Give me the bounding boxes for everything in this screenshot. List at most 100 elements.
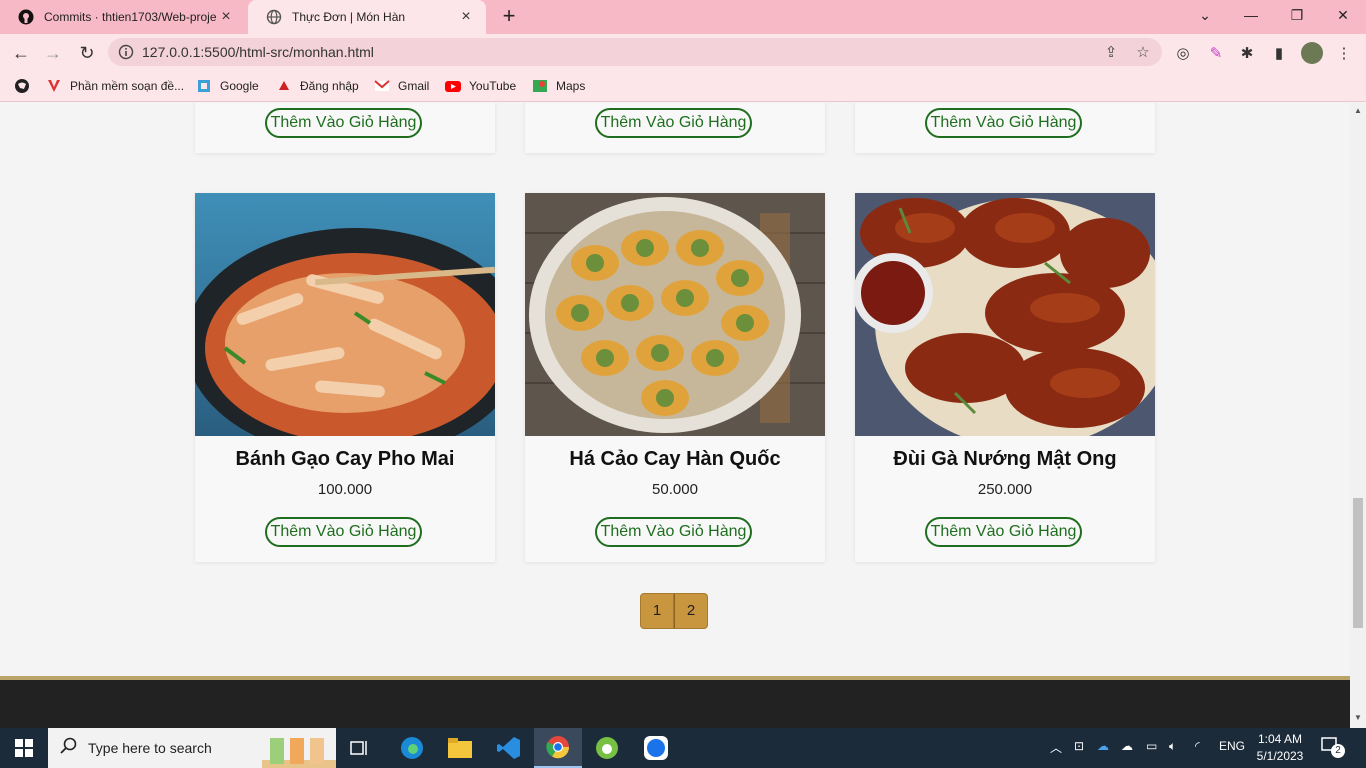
bookmark-phan-mem[interactable]: Phần mềm soạn đề... bbox=[46, 77, 184, 95]
minimize-button[interactable]: — bbox=[1228, 0, 1274, 30]
pagination: 1 2 bbox=[640, 593, 708, 629]
bookmark-label: YouTube bbox=[469, 79, 517, 93]
bookmark-dang-nhap[interactable]: Đăng nhập bbox=[276, 77, 359, 95]
bookmark-maps[interactable]: Maps bbox=[532, 77, 585, 95]
address-bar[interactable]: 127.0.0.1:5500/html-src/monhan.html ⇪ ☆ bbox=[108, 38, 1162, 66]
zalo-icon[interactable] bbox=[632, 728, 680, 768]
share-icon[interactable]: ⇪ bbox=[1102, 43, 1120, 61]
windows-logo-icon bbox=[15, 739, 33, 757]
globe-icon bbox=[266, 9, 282, 25]
bookmark-star-icon[interactable]: ☆ bbox=[1134, 43, 1152, 61]
network-cloud-icon[interactable]: ☁ bbox=[1121, 739, 1133, 753]
windows-taskbar: Type here to search ︿ ⊡ ☁ ☁ ▭ 🔈︎ ◜ ENG 1… bbox=[0, 728, 1366, 768]
product-card: Thêm Vào Giỏ Hàng bbox=[525, 103, 825, 153]
battery-icon[interactable]: ▭ bbox=[1146, 739, 1157, 753]
bookmark-youtube[interactable]: YouTube bbox=[445, 77, 516, 95]
add-to-cart-button[interactable]: Thêm Vào Giỏ Hàng bbox=[265, 517, 422, 547]
vscode-icon[interactable] bbox=[485, 728, 533, 768]
windows-start-button[interactable] bbox=[0, 728, 48, 768]
product-name: Đùi Gà Nướng Mật Ong bbox=[893, 448, 1117, 470]
url-text: 127.0.0.1:5500/html-src/monhan.html bbox=[142, 44, 374, 60]
menu-kebab-icon[interactable]: ⋮ bbox=[1333, 42, 1355, 64]
tab-title: Thực Đơn | Món Hàn bbox=[292, 10, 406, 24]
bookmarks-bar: Phần mềm soạn đề... Google Đăng nhập Gma… bbox=[0, 70, 1366, 102]
notification-count-badge: 2 bbox=[1331, 744, 1345, 758]
language-indicator[interactable]: ENG bbox=[1219, 739, 1245, 753]
scrollbar-thumb[interactable] bbox=[1353, 498, 1363, 628]
google-icon bbox=[196, 78, 212, 94]
file-explorer-icon[interactable] bbox=[436, 728, 484, 768]
coccoc-browser-icon[interactable] bbox=[583, 728, 631, 768]
page-button-1[interactable]: 1 bbox=[640, 593, 674, 629]
product-price: 50.000 bbox=[652, 481, 698, 498]
back-button[interactable]: ← bbox=[8, 40, 34, 66]
v-logo-icon bbox=[46, 78, 62, 94]
maps-icon bbox=[532, 78, 548, 94]
taskbar-search-box[interactable]: Type here to search bbox=[48, 728, 336, 768]
extensions-puzzle-icon[interactable]: ✱ bbox=[1236, 42, 1258, 64]
tab-title: Commits · thtien1703/Web-proje bbox=[44, 10, 217, 24]
vertical-scrollbar[interactable]: ▲ ▼ bbox=[1350, 103, 1366, 728]
restore-button[interactable]: ❐ bbox=[1274, 0, 1320, 30]
close-window-button[interactable]: ✕ bbox=[1320, 0, 1366, 30]
tab-commits[interactable]: Commits · thtien1703/Web-proje × bbox=[0, 0, 246, 34]
bookmark-label: Gmail bbox=[398, 79, 430, 93]
page-button-2[interactable]: 2 bbox=[674, 593, 708, 629]
browser-tab-strip: Commits · thtien1703/Web-proje × Thực Đơ… bbox=[0, 0, 1366, 34]
add-to-cart-button[interactable]: Thêm Vào Giỏ Hàng bbox=[595, 108, 752, 138]
page-viewport: Thêm Vào Giỏ Hàng Thêm Vào Giỏ Hàng Thêm… bbox=[0, 103, 1350, 728]
product-name: Bánh Gạo Cay Pho Mai bbox=[235, 448, 455, 470]
show-hidden-icons-chevron-icon[interactable]: ︿ bbox=[1050, 739, 1062, 756]
compass-extension-icon[interactable]: ◎ bbox=[1172, 42, 1194, 64]
product-price: 250.000 bbox=[977, 481, 1033, 498]
apps-globe-icon[interactable] bbox=[14, 77, 38, 95]
new-tab-button[interactable]: + bbox=[498, 5, 520, 28]
bookmark-gmail[interactable]: Gmail bbox=[374, 77, 429, 95]
chicken-drumsticks-photo bbox=[855, 193, 1155, 436]
edge-browser-icon[interactable] bbox=[388, 728, 436, 768]
task-view-icon[interactable] bbox=[336, 728, 384, 768]
tab-thuc-don[interactable]: Thực Đơn | Món Hàn × bbox=[248, 0, 486, 34]
site-info-icon[interactable] bbox=[118, 44, 134, 60]
bookmark-label: Đăng nhập bbox=[300, 79, 359, 93]
login-icon bbox=[276, 78, 292, 94]
add-to-cart-button[interactable]: Thêm Vào Giỏ Hàng bbox=[595, 517, 752, 547]
product-card: Đùi Gà Nướng Mật Ong 250.000 Thêm Vào Gi… bbox=[855, 193, 1155, 562]
reload-button[interactable]: ↻ bbox=[74, 40, 100, 66]
system-clock[interactable]: 1:04 AM 5/1/2023 bbox=[1250, 731, 1310, 765]
browser-toolbar: ← → ↻ 127.0.0.1:5500/html-src/monhan.htm… bbox=[0, 34, 1366, 70]
bookmark-label: Maps bbox=[556, 79, 586, 93]
side-panel-icon[interactable]: ▮ bbox=[1268, 42, 1290, 64]
meet-now-icon[interactable]: ⊡ bbox=[1074, 739, 1084, 753]
github-icon bbox=[18, 9, 34, 25]
close-icon[interactable]: × bbox=[218, 9, 234, 25]
forward-button[interactable]: → bbox=[40, 40, 66, 66]
add-to-cart-button[interactable]: Thêm Vào Giỏ Hàng bbox=[925, 517, 1082, 547]
color-picker-extension-icon[interactable]: ✎ bbox=[1205, 42, 1227, 64]
scroll-down-arrow-icon[interactable]: ▼ bbox=[1353, 713, 1363, 723]
scroll-up-arrow-icon[interactable]: ▲ bbox=[1353, 106, 1363, 116]
dumplings-photo bbox=[525, 193, 825, 436]
tteokbokki-photo bbox=[195, 193, 495, 436]
youtube-icon bbox=[445, 78, 461, 94]
add-to-cart-button[interactable]: Thêm Vào Giỏ Hàng bbox=[925, 108, 1082, 138]
close-icon[interactable]: × bbox=[458, 9, 474, 25]
tab-search-icon[interactable]: ⌄ bbox=[1182, 0, 1228, 30]
chrome-icon[interactable] bbox=[534, 728, 582, 768]
volume-speaker-icon[interactable]: 🔈︎ bbox=[1169, 739, 1176, 754]
gmail-icon bbox=[374, 78, 390, 94]
product-card: Thêm Vào Giỏ Hàng bbox=[195, 103, 495, 153]
bubble-tea-search-decoration bbox=[262, 730, 336, 768]
notification-center-button[interactable]: 2 bbox=[1320, 736, 1348, 760]
search-placeholder: Type here to search bbox=[88, 740, 212, 756]
page-footer bbox=[0, 676, 1350, 728]
bookmark-label: Phần mềm soạn đề... bbox=[70, 79, 185, 93]
search-icon bbox=[60, 737, 78, 760]
add-to-cart-button[interactable]: Thêm Vào Giỏ Hàng bbox=[265, 108, 422, 138]
bookmark-google[interactable]: Google bbox=[196, 77, 259, 95]
product-card: Thêm Vào Giỏ Hàng bbox=[855, 103, 1155, 153]
onedrive-cloud-icon[interactable]: ☁ bbox=[1097, 739, 1109, 753]
clock-date: 5/1/2023 bbox=[1256, 749, 1304, 763]
profile-avatar[interactable] bbox=[1301, 42, 1323, 64]
wifi-icon[interactable]: ◜ bbox=[1195, 739, 1200, 753]
